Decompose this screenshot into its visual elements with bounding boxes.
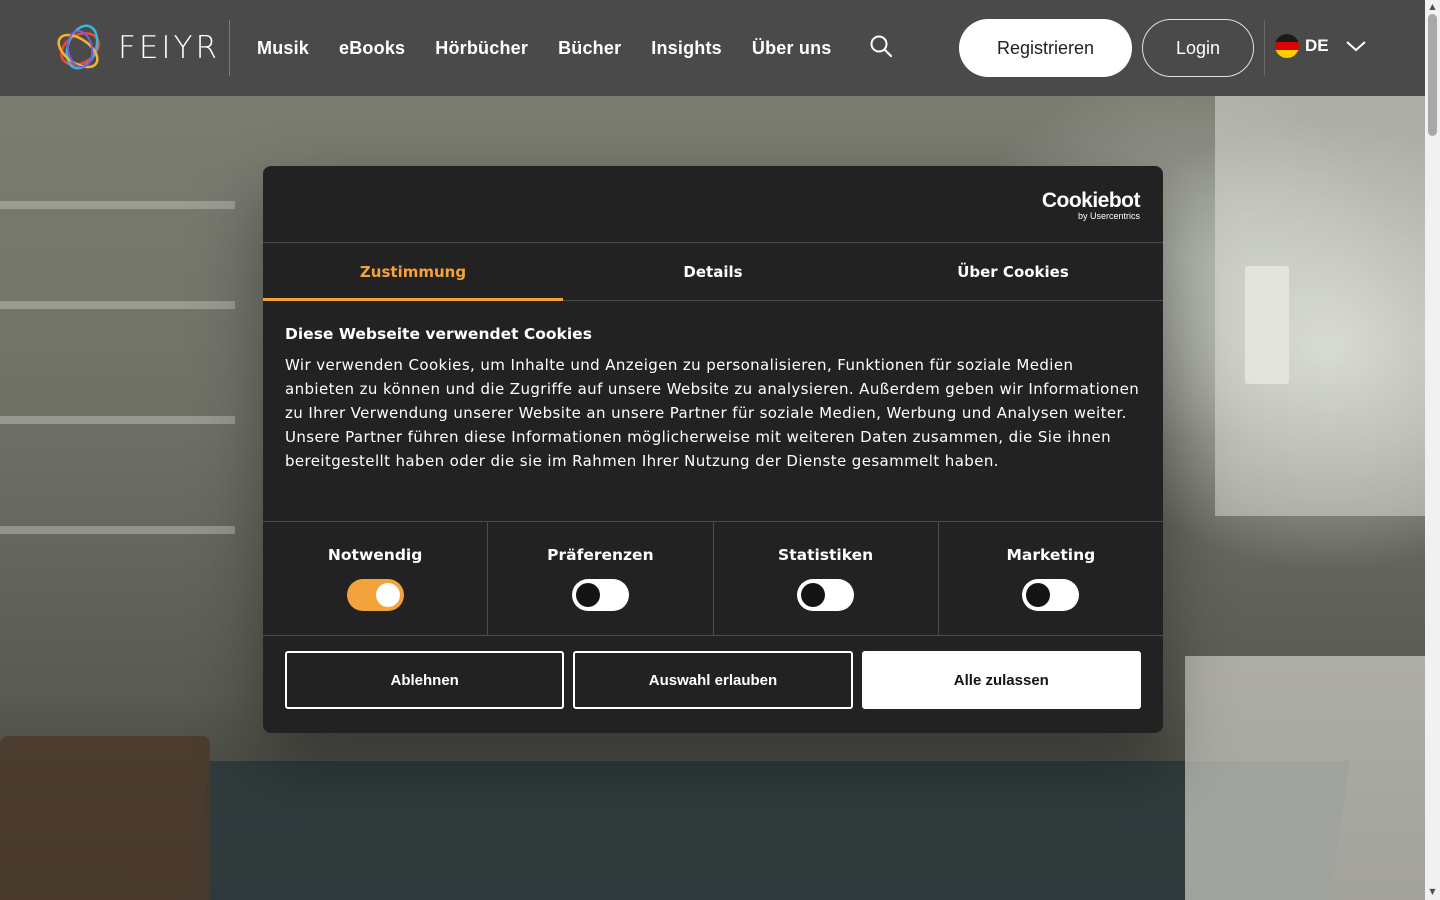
- shelf-unit: [1185, 656, 1425, 900]
- toggle-knob: [1026, 583, 1051, 607]
- cookiebot-brand: Cookiebot: [1041, 189, 1141, 212]
- cookiebot-logo: Cookiebot by Usercentrics: [1041, 189, 1141, 222]
- reject-button[interactable]: Ablehnen: [285, 651, 565, 709]
- toggle-label: Präferenzen: [547, 546, 654, 564]
- nav-item-musik[interactable]: Musik: [257, 38, 309, 59]
- nav-item-ueber-uns[interactable]: Über uns: [752, 38, 832, 59]
- dialog-body: Diese Webseite verwendet Cookies Wir ver…: [263, 301, 1163, 522]
- logo-text: FEIYR: [118, 30, 221, 66]
- dialog-header: Cookiebot by Usercentrics: [263, 166, 1163, 243]
- toggle-group-praeferenzen: Präferenzen: [488, 522, 714, 635]
- wall-shelf: [0, 526, 235, 534]
- wall-shelf: [0, 416, 235, 424]
- register-button[interactable]: Registrieren: [959, 19, 1132, 77]
- nav-item-insights[interactable]: Insights: [651, 38, 722, 59]
- scroll-up-arrow-icon[interactable]: ▲: [1428, 2, 1437, 12]
- allow-selection-button[interactable]: Auswahl erlauben: [573, 651, 853, 709]
- language-divider: [1264, 20, 1265, 76]
- allow-all-button[interactable]: Alle zulassen: [861, 651, 1141, 709]
- search-icon[interactable]: [869, 34, 893, 58]
- toggle-switch-statistiken[interactable]: [797, 579, 855, 611]
- main-nav: Musik eBooks Hörbücher Bücher Insights Ü…: [257, 0, 862, 96]
- toggle-label: Notwendig: [327, 546, 423, 564]
- language-selector[interactable]: DE: [1275, 34, 1367, 58]
- language-code: DE: [1305, 36, 1329, 55]
- germany-flag-icon: [1275, 34, 1299, 58]
- tab-ueber-cookies[interactable]: Über Cookies: [863, 243, 1163, 300]
- cookiebot-sub: by Usercentrics: [1077, 211, 1140, 221]
- tab-zustimmung[interactable]: Zustimmung: [263, 243, 563, 301]
- nav-item-buecher[interactable]: Bücher: [558, 38, 621, 59]
- scrollbar-thumb[interactable]: [1428, 14, 1437, 136]
- consent-toggles: Notwendig Präferenzen Statistiken Market…: [263, 522, 1163, 636]
- logo-divider: [229, 20, 230, 76]
- toggle-group-notwendig: Notwendig: [263, 522, 489, 635]
- nav-item-ebooks[interactable]: eBooks: [339, 38, 405, 59]
- dialog-title: Diese Webseite verwendet Cookies: [285, 325, 592, 343]
- wall-shelf: [0, 301, 235, 309]
- toggle-label: Marketing: [1006, 546, 1096, 564]
- site-header: FEIYR Musik eBooks Hörbücher Bücher Insi…: [0, 0, 1425, 96]
- toggle-group-marketing: Marketing: [939, 522, 1163, 635]
- toggle-knob: [375, 583, 400, 607]
- feiyr-logo-icon: [57, 24, 100, 70]
- chevron-down-icon: [1345, 41, 1366, 52]
- toggle-knob: [575, 583, 600, 607]
- dialog-description: Wir verwenden Cookies, um Inhalte und An…: [285, 356, 1140, 470]
- dialog-tabs: Zustimmung Details Über Cookies: [263, 243, 1163, 301]
- wooden-stool: [0, 736, 210, 900]
- nav-item-hoerbuecher[interactable]: Hörbücher: [435, 38, 528, 59]
- dialog-buttons: Ablehnen Auswahl erlauben Alle zulassen: [263, 636, 1163, 709]
- tab-details[interactable]: Details: [563, 243, 863, 300]
- toggle-label: Statistiken: [778, 546, 874, 564]
- toggle-switch-notwendig[interactable]: [346, 579, 404, 611]
- login-button[interactable]: Login: [1142, 19, 1254, 77]
- wall-shelf: [0, 201, 235, 209]
- toggle-knob: [801, 583, 826, 607]
- wall-speaker: [1245, 266, 1289, 384]
- toggle-switch-praeferenzen[interactable]: [571, 579, 629, 611]
- toggle-group-statistiken: Statistiken: [714, 522, 939, 635]
- cookie-consent-dialog: Cookiebot by Usercentrics Zustimmung Det…: [263, 166, 1163, 733]
- toggle-switch-marketing[interactable]: [1022, 579, 1080, 611]
- scroll-down-arrow-icon[interactable]: ▼: [1428, 887, 1437, 897]
- feiyr-logo[interactable]: FEIYR: [52, 19, 220, 77]
- rug: [190, 761, 1350, 900]
